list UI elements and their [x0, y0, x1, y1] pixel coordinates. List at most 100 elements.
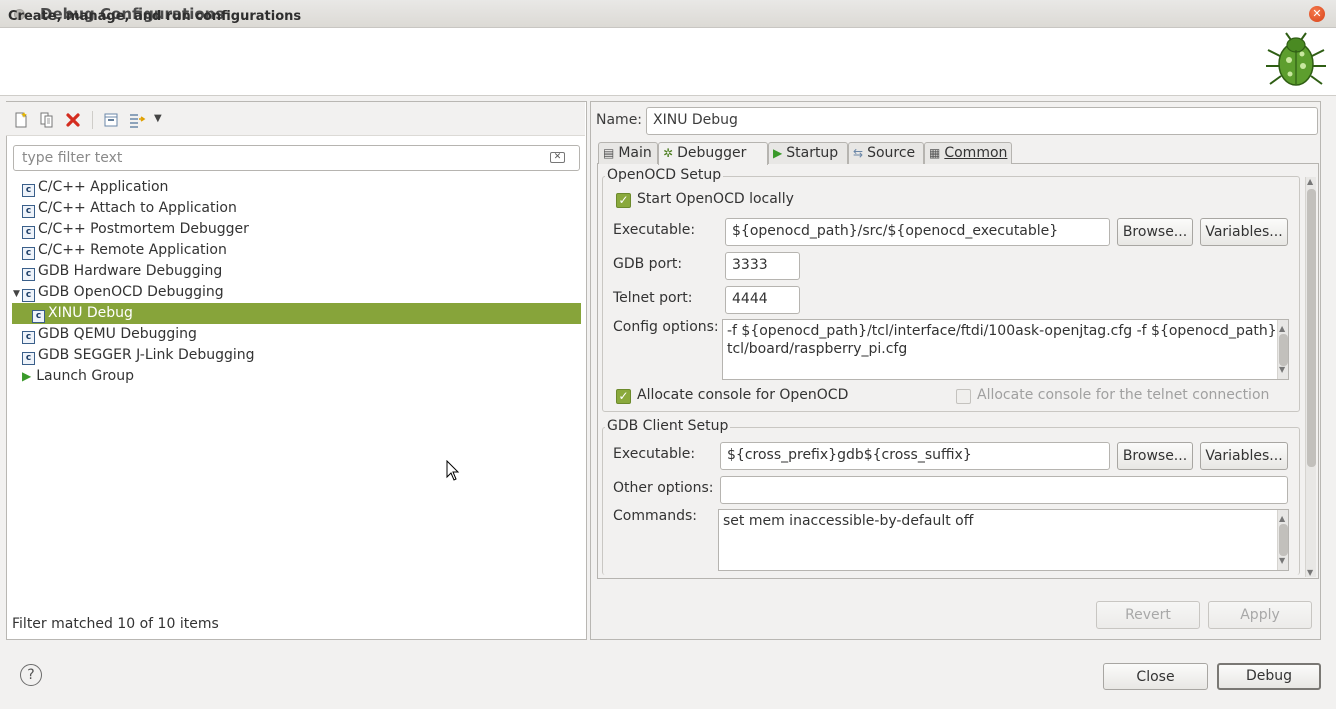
revert-button[interactable]: Revert	[1096, 601, 1200, 629]
tree-item-label: C/C++ Attach to Application	[38, 200, 237, 216]
openocd-executable-input[interactable]: ${openocd_path}/src/${openocd_executable…	[725, 218, 1110, 246]
tree-item-cpp-application[interactable]: c C/C++ Application	[22, 177, 168, 198]
close-button[interactable]: Close	[1103, 663, 1208, 690]
commands-label: Commands:	[613, 508, 697, 524]
source-tab-icon: ⇆	[853, 146, 864, 160]
tree-item-gdb-segger[interactable]: c GDB SEGGER J-Link Debugging	[22, 345, 255, 366]
c-config-icon: c	[32, 310, 45, 323]
tab-source[interactable]: ⇆ Source	[848, 142, 924, 164]
banner-subtitle: Create, manage, and run configurations	[8, 9, 302, 24]
tab-label: Common	[944, 145, 1008, 161]
allocate-console-label: Allocate console for OpenOCD	[637, 387, 849, 403]
header-banner	[0, 28, 1336, 96]
launch-group-icon: ▶	[22, 369, 32, 383]
allocate-telnet-console-checkbox[interactable]	[956, 389, 971, 404]
config-options-label: Config options:	[613, 319, 719, 335]
tree-item-label: XINU Debug	[48, 305, 133, 321]
name-label: Name:	[596, 112, 643, 128]
scroll-down-icon[interactable]: ▼	[1279, 552, 1285, 570]
config-options-line: -f ${openocd_path}/tcl/interface/ftdi/10…	[727, 323, 1275, 339]
tree-item-xinu-debug[interactable]: c XINU Debug	[32, 303, 133, 324]
mouse-cursor-icon	[446, 460, 460, 481]
gdb-port-label: GDB port:	[613, 256, 683, 272]
tab-scrollbar[interactable]: ▲ ▼	[1305, 177, 1316, 577]
tab-common[interactable]: ▦ Common	[924, 142, 1012, 164]
common-tab-icon: ▦	[929, 146, 941, 160]
config-name-input[interactable]: XINU Debug	[646, 107, 1318, 135]
tree-item-cpp-postmortem[interactable]: c C/C++ Postmortem Debugger	[22, 219, 249, 240]
tab-startup[interactable]: ▶ Startup	[768, 142, 848, 164]
collapse-all-icon[interactable]	[102, 111, 120, 129]
tab-label: Debugger	[677, 145, 747, 161]
openocd-browse-button[interactable]: Browse...	[1117, 218, 1193, 246]
scroll-down-icon[interactable]: ▼	[1307, 568, 1313, 577]
debug-button[interactable]: Debug	[1217, 663, 1321, 690]
clear-filter-icon[interactable]: ✕	[550, 152, 565, 163]
telnet-port-label: Telnet port:	[613, 290, 693, 306]
c-config-icon: c	[22, 352, 35, 365]
tree-item-gdb-hardware[interactable]: c GDB Hardware Debugging	[22, 261, 222, 282]
config-options-textarea[interactable]: -f ${openocd_path}/tcl/interface/ftdi/10…	[722, 319, 1289, 380]
dropdown-icon[interactable]: ▼	[154, 113, 162, 124]
help-icon[interactable]: ?	[20, 664, 42, 686]
gdb-executable-label: Executable:	[613, 446, 696, 462]
close-window-icon[interactable]: ✕	[1309, 6, 1325, 22]
scroll-down-icon[interactable]: ▼	[1279, 361, 1285, 379]
main-tab-icon: ▤	[603, 146, 615, 160]
gdb-browse-button[interactable]: Browse...	[1117, 442, 1193, 470]
config-options-scrollbar[interactable]: ▲ ▼	[1277, 320, 1288, 379]
c-config-icon: c	[22, 247, 35, 260]
delete-icon[interactable]	[64, 111, 82, 129]
scroll-up-icon[interactable]: ▲	[1307, 177, 1313, 186]
gdb-variables-button[interactable]: Variables...	[1200, 442, 1288, 470]
allocate-console-checkbox[interactable]: ✓	[616, 389, 631, 404]
c-config-icon: c	[22, 289, 35, 302]
commands-scrollbar[interactable]: ▲ ▼	[1277, 510, 1288, 570]
filter-input[interactable]	[20, 147, 540, 169]
telnet-port-input[interactable]: 4444	[725, 286, 800, 314]
tree-item-gdb-openocd[interactable]: c GDB OpenOCD Debugging	[22, 282, 224, 303]
tab-debugger[interactable]: ✲ Debugger	[658, 142, 768, 165]
c-config-icon: c	[22, 205, 35, 218]
start-openocd-checkbox[interactable]: ✓	[616, 193, 631, 208]
expand-arrow-icon[interactable]: ▼	[13, 289, 20, 299]
apply-button[interactable]: Apply	[1208, 601, 1312, 629]
bug-icon	[1266, 32, 1326, 86]
filter-icon[interactable]	[128, 111, 146, 129]
tree-item-label: GDB QEMU Debugging	[38, 326, 197, 342]
scroll-thumb[interactable]	[1307, 189, 1316, 467]
tree-item-label: C/C++ Remote Application	[38, 242, 227, 258]
filter-status: Filter matched 10 of 10 items	[12, 616, 219, 632]
tree-item-label: GDB Hardware Debugging	[38, 263, 223, 279]
openocd-variables-button[interactable]: Variables...	[1200, 218, 1288, 246]
config-options-line: tcl/board/raspberry_pi.cfg	[727, 341, 908, 357]
tree-item-label: Launch Group	[36, 368, 135, 384]
gdb-port-input[interactable]: 3333	[725, 252, 800, 280]
start-openocd-label: Start OpenOCD locally	[637, 191, 794, 207]
c-config-icon: c	[22, 226, 35, 239]
tab-label: Startup	[786, 145, 839, 161]
commands-textarea[interactable]: set mem inaccessible-by-default off ▲ ▼	[718, 509, 1289, 571]
tab-label: Source	[867, 145, 916, 161]
toolbar-separator	[92, 111, 93, 129]
tab-main[interactable]: ▤ Main	[598, 142, 658, 164]
tree-item-gdb-qemu[interactable]: c GDB QEMU Debugging	[22, 324, 197, 345]
tree-item-label: C/C++ Postmortem Debugger	[38, 221, 249, 237]
other-options-input[interactable]	[720, 476, 1288, 504]
tree-item-cpp-attach[interactable]: c C/C++ Attach to Application	[22, 198, 237, 219]
duplicate-icon[interactable]	[38, 111, 56, 129]
c-config-icon: c	[22, 331, 35, 344]
c-config-icon: c	[22, 184, 35, 197]
other-options-label: Other options:	[613, 480, 714, 496]
tab-label: Main	[618, 145, 652, 161]
allocate-telnet-console-label: Allocate console for the telnet connecti…	[977, 387, 1270, 403]
gdb-client-setup-title: GDB Client Setup	[605, 418, 731, 434]
tree-item-launch-group[interactable]: ▶ Launch Group	[22, 366, 134, 387]
gdb-executable-input[interactable]: ${cross_prefix}gdb${cross_suffix}	[720, 442, 1110, 470]
openocd-setup-title: OpenOCD Setup	[605, 167, 724, 183]
tree-item-cpp-remote[interactable]: c C/C++ Remote Application	[22, 240, 227, 261]
tree-item-label: GDB OpenOCD Debugging	[38, 284, 224, 300]
commands-line: set mem inaccessible-by-default off	[723, 513, 974, 529]
startup-tab-icon: ▶	[773, 146, 783, 160]
new-config-icon[interactable]	[12, 111, 30, 129]
